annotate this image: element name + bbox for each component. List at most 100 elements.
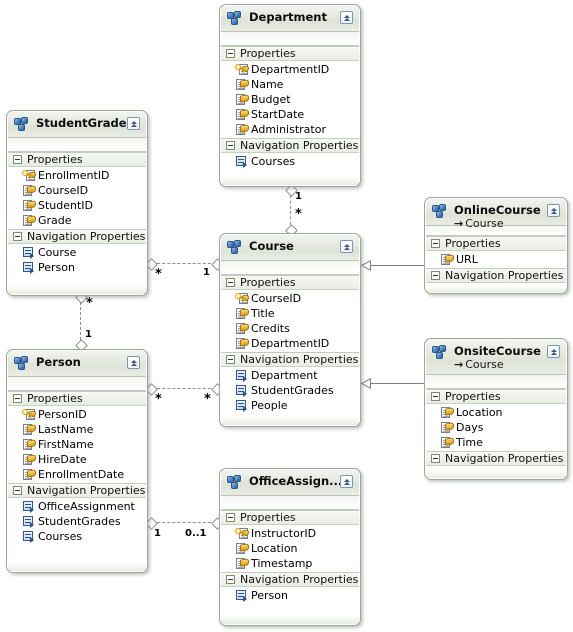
collapse-expander-icon[interactable] xyxy=(431,270,440,280)
entity-person[interactable]: Person Properties PersonID LastName FirstNam… xyxy=(6,349,148,573)
collapse-expander-icon[interactable] xyxy=(13,232,22,241)
properties-row[interactable]: Administrator xyxy=(221,122,359,137)
properties-row[interactable]: Location xyxy=(221,541,359,556)
navigation-row[interactable]: Department xyxy=(221,368,359,383)
entity-person-header[interactable]: Person xyxy=(8,351,146,377)
properties-label: Title xyxy=(251,307,275,320)
collapse-chevron-icon[interactable] xyxy=(340,11,353,24)
navigation-section-label: Navigation Properties xyxy=(445,268,564,282)
properties-row[interactable]: Timestamp xyxy=(221,556,359,571)
entity-title-wrap: OnlineCourse → Course xyxy=(448,203,547,230)
properties-row[interactable]: DepartmentID xyxy=(221,62,359,77)
entity-title-wrap: OfficeAssign... xyxy=(243,474,342,488)
collapse-expander-icon[interactable] xyxy=(226,575,235,584)
properties-row[interactable]: Days xyxy=(426,420,566,435)
entity-onlinecourse[interactable]: OnlineCourse → Course Properties URL Navigati… xyxy=(424,197,568,294)
entity-officeassignment[interactable]: OfficeAssign... Properties InstructorID Loc… xyxy=(219,468,361,626)
entity-studentgrade-header[interactable]: StudentGrade xyxy=(8,112,146,138)
properties-row[interactable]: Credits xyxy=(221,321,359,336)
entity-course[interactable]: Course Properties CourseID Title Credits Depa… xyxy=(219,233,361,427)
properties-row[interactable]: Name xyxy=(221,77,359,92)
collapse-chevron-icon[interactable] xyxy=(547,204,560,217)
navigation-row[interactable]: StudentGrades xyxy=(221,383,359,398)
properties-row[interactable]: CourseID xyxy=(8,183,146,198)
properties-section-header[interactable]: Properties xyxy=(426,235,566,251)
properties-label: Location xyxy=(251,542,298,555)
properties-row[interactable]: DepartmentID xyxy=(221,336,359,351)
navigation-icon xyxy=(235,589,250,602)
navigation-section-header[interactable]: Navigation Properties xyxy=(221,352,359,367)
entity-studentgrade[interactable]: StudentGrade Properties EnrollmentID Course… xyxy=(6,110,148,296)
navigation-row[interactable]: Person xyxy=(8,260,146,275)
entity-footer xyxy=(8,284,146,294)
collapse-expander-icon[interactable] xyxy=(13,486,22,495)
navigation-section-label: Navigation Properties xyxy=(240,139,359,152)
entity-officeassignment-header[interactable]: OfficeAssign... xyxy=(221,470,359,496)
navigation-section-header[interactable]: Navigation Properties xyxy=(221,138,359,153)
navigation-row[interactable]: Course xyxy=(8,245,146,260)
navigation-section-header[interactable]: Navigation Properties xyxy=(426,267,566,283)
properties-row[interactable]: HireDate xyxy=(8,452,146,467)
collapse-expander-icon[interactable] xyxy=(13,155,22,164)
collapse-expander-icon[interactable] xyxy=(226,513,235,522)
properties-row[interactable]: EnrollmentID xyxy=(8,168,146,183)
collapse-expander-icon[interactable] xyxy=(226,355,235,364)
properties-row[interactable]: EnrollmentDate xyxy=(8,467,146,482)
collapse-chevron-icon[interactable] xyxy=(340,240,353,253)
properties-section-header[interactable]: Properties xyxy=(426,389,566,404)
collapse-chevron-icon[interactable] xyxy=(127,117,140,130)
navigation-row[interactable]: OfficeAssignment xyxy=(8,499,146,514)
properties-section-header[interactable]: Properties xyxy=(221,510,359,525)
property-icon xyxy=(235,108,250,121)
properties-section-header[interactable]: Properties xyxy=(8,391,146,406)
collapse-expander-icon[interactable] xyxy=(226,141,235,150)
properties-row[interactable]: Title xyxy=(221,306,359,321)
navigation-section-header[interactable]: Navigation Properties xyxy=(221,572,359,587)
entity-type-icon xyxy=(432,345,448,360)
properties-row[interactable]: PersonID xyxy=(8,407,146,422)
properties-section-header[interactable]: Properties xyxy=(221,46,359,61)
collapse-expander-icon[interactable] xyxy=(431,238,440,248)
properties-row[interactable]: FirstName xyxy=(8,437,146,452)
entity-onsitecourse[interactable]: OnsiteCourse → Course Properties Location Day… xyxy=(424,338,568,480)
navigation-row[interactable]: Courses xyxy=(8,529,146,544)
navigation-row[interactable]: People xyxy=(221,398,359,413)
properties-row[interactable]: StudentID xyxy=(8,198,146,213)
collapse-expander-icon[interactable] xyxy=(431,392,440,401)
entity-department-header[interactable]: Department xyxy=(221,6,359,32)
properties-label: DepartmentID xyxy=(251,337,330,350)
properties-row[interactable]: Budget xyxy=(221,92,359,107)
properties-row[interactable]: StartDate xyxy=(221,107,359,122)
collapse-expander-icon[interactable] xyxy=(226,49,235,58)
collapse-expander-icon[interactable] xyxy=(13,394,22,403)
entity-course-header[interactable]: Course xyxy=(221,235,359,261)
navigation-row[interactable]: StudentGrades xyxy=(8,514,146,529)
collapse-chevron-icon[interactable] xyxy=(340,475,353,488)
properties-row[interactable]: Time xyxy=(426,435,566,450)
navigation-row[interactable]: Courses xyxy=(221,154,359,169)
collapse-expander-icon[interactable] xyxy=(431,454,440,463)
properties-row[interactable]: Grade xyxy=(8,213,146,228)
properties-row[interactable]: Location xyxy=(426,405,566,420)
properties-label: LastName xyxy=(38,423,94,436)
properties-row[interactable]: URL xyxy=(426,252,566,267)
properties-row[interactable]: InstructorID xyxy=(221,526,359,541)
properties-row[interactable]: LastName xyxy=(8,422,146,437)
navigation-icon xyxy=(22,261,37,274)
properties-label: HireDate xyxy=(38,453,87,466)
entity-onsitecourse-header[interactable]: OnsiteCourse → Course xyxy=(426,340,566,375)
properties-section-header[interactable]: Properties xyxy=(8,152,146,167)
collapse-chevron-icon[interactable] xyxy=(547,345,560,358)
properties-label: EnrollmentID xyxy=(38,169,110,182)
navigation-section-header[interactable]: Navigation Properties xyxy=(8,229,146,244)
entity-department[interactable]: Department Properties DepartmentID Name Budg… xyxy=(219,4,361,187)
properties-row[interactable]: CourseID xyxy=(221,291,359,306)
collapse-chevron-icon[interactable] xyxy=(127,356,140,369)
navigation-section-header[interactable]: Navigation Properties xyxy=(8,483,146,498)
entity-name: StudentGrade xyxy=(36,116,127,130)
collapse-expander-icon[interactable] xyxy=(226,278,235,287)
navigation-row[interactable]: Person xyxy=(221,588,359,603)
properties-section-header[interactable]: Properties xyxy=(221,275,359,290)
entity-onlinecourse-header[interactable]: OnlineCourse → Course xyxy=(426,199,566,230)
navigation-section-header[interactable]: Navigation Properties xyxy=(426,451,566,466)
